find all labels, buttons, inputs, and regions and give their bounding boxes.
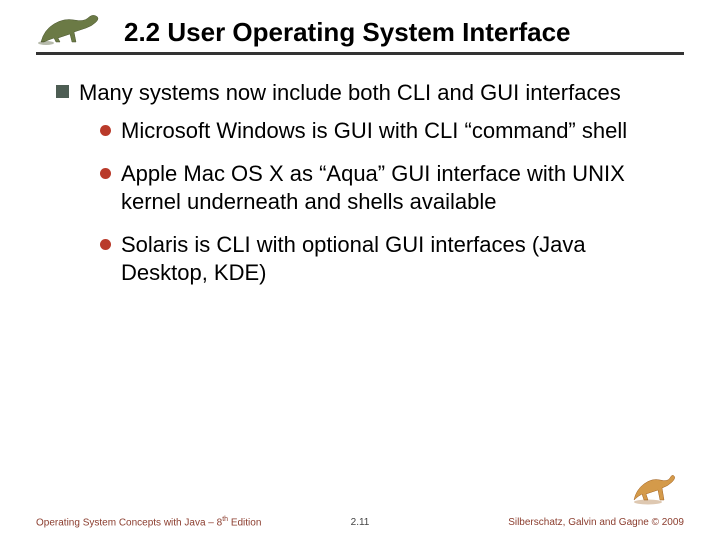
bullet-level1: Many systems now include both CLI and GU…: [56, 79, 674, 107]
bullet-level2: Solaris is CLI with optional GUI interfa…: [100, 231, 674, 286]
slide-content: Many systems now include both CLI and GU…: [36, 79, 684, 286]
footer-left: Operating System Concepts with Java – 8t…: [36, 516, 261, 528]
slide-title: 2.2 User Operating System Interface: [108, 17, 571, 48]
bullet-l2-text: Microsoft Windows is GUI with CLI “comma…: [121, 117, 627, 145]
slide-header: 2.2 User Operating System Interface: [36, 12, 684, 55]
bullet-level2: Apple Mac OS X as “Aqua” GUI interface w…: [100, 160, 674, 215]
circle-bullet-icon: [100, 239, 111, 250]
footer-page-number: 2.11: [351, 517, 370, 528]
bullet-l2-text: Solaris is CLI with optional GUI interfa…: [121, 231, 674, 286]
square-bullet-icon: [56, 85, 69, 98]
dino-bottom-icon: [624, 464, 680, 508]
bullet-level2: Microsoft Windows is GUI with CLI “comma…: [100, 117, 674, 145]
dino-top-icon: [36, 12, 108, 48]
slide: 2.2 User Operating System Interface Many…: [0, 0, 720, 540]
slide-footer: Operating System Concepts with Java – 8t…: [36, 516, 684, 528]
footer-left-suffix: Edition: [228, 517, 261, 528]
sub-bullet-list: Microsoft Windows is GUI with CLI “comma…: [56, 117, 674, 287]
bullet-l1-text: Many systems now include both CLI and GU…: [79, 79, 621, 107]
circle-bullet-icon: [100, 125, 111, 136]
footer-copyright: Silberschatz, Galvin and Gagne © 2009: [508, 517, 684, 528]
bullet-l2-text: Apple Mac OS X as “Aqua” GUI interface w…: [121, 160, 674, 215]
footer-left-prefix: Operating System Concepts with Java – 8: [36, 517, 222, 528]
circle-bullet-icon: [100, 168, 111, 179]
